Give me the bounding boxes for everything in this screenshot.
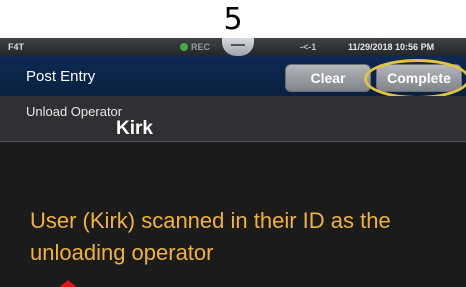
device-screen: F4T REC -<-1 11/29/2018 10:56 PM Post En… [0,38,466,287]
device-label: F4T [8,42,25,52]
unload-operator-field[interactable]: Unload Operator Kirk [0,96,466,142]
red-arrow-icon [56,280,80,287]
step-number: 5 [223,2,243,37]
highlight-ring [364,59,466,99]
connection-status: -<-1 [300,42,317,52]
clear-button[interactable]: Clear [285,64,371,92]
page-title: Post Entry [26,68,96,85]
record-icon [180,43,188,51]
pull-down-tab-handle[interactable] [222,38,254,56]
annotation-caption: User (Kirk) scanned in their ID as the u… [30,208,391,265]
status-datetime: 11/29/2018 10:56 PM [348,42,435,52]
rec-label: REC [191,42,211,52]
status-bar: F4T REC -<-1 11/29/2018 10:56 PM [0,38,466,56]
header-bar: Post Entry Clear Complete [0,56,466,99]
rec-indicator: REC [180,42,210,52]
unload-operator-label: Unload Operator [26,104,123,119]
unload-operator-value: Kirk [116,118,153,139]
